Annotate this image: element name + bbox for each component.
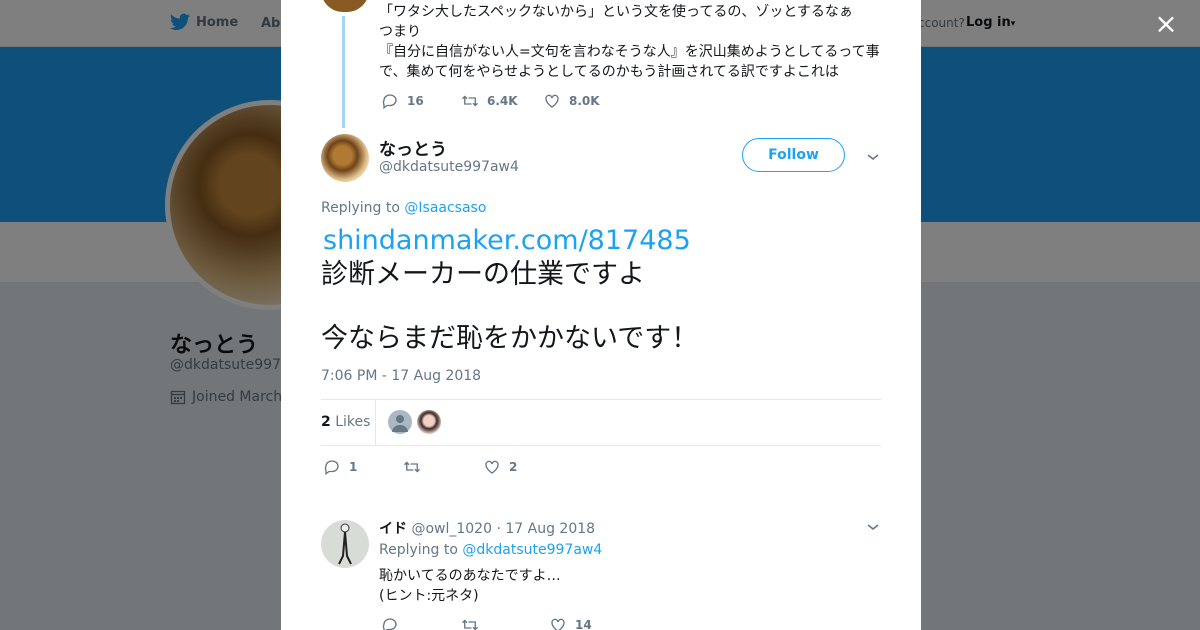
likes-summary: 2 Likes	[321, 399, 881, 446]
previous-tweet-text: 「ワタシ大したスペックないから」という文を使ってるの、ゾッとするなぁ つまり 『…	[379, 2, 889, 82]
tweet-url-link[interactable]: shindanmaker.com/817485	[323, 225, 691, 256]
chevron-down-icon[interactable]	[865, 519, 881, 535]
reply-text: 恥かいてるのあなたですよ… (ヒント:元ネタ)	[379, 566, 561, 606]
likes-divider	[375, 400, 376, 445]
like-count: 14	[575, 618, 592, 630]
tweet-timestamp[interactable]: 7:06 PM - 17 Aug 2018	[321, 368, 481, 384]
liker-avatar[interactable]	[388, 410, 412, 434]
author-avatar[interactable]	[321, 134, 369, 182]
likes-label: Likes	[335, 414, 371, 430]
previous-tweet-actions: 16 6.4K 8.0K	[381, 92, 600, 110]
reply-icon	[382, 618, 397, 630]
reply-button[interactable]	[381, 616, 461, 630]
author-name[interactable]: なっとう	[379, 135, 447, 160]
tweet-text-line: 今ならまだ恥をかかないです！	[321, 323, 699, 354]
previous-tweet-line: 「ワタシ大したスペックないから」という文を使ってるの、ゾッとするなぁ	[379, 4, 853, 20]
avatar-image	[338, 523, 352, 565]
retweet-button[interactable]	[461, 616, 549, 630]
heart-icon	[545, 94, 559, 108]
likes-count[interactable]: 2 Likes	[321, 414, 370, 430]
like-button[interactable]: 14	[549, 616, 592, 630]
previous-tweet-line: で、集めて何をやらせようとしてるのかもう計画されてる訳ですよこれは	[379, 64, 839, 80]
close-icon[interactable]: ×	[1152, 10, 1180, 38]
reply-icon	[324, 460, 339, 476]
retweet-button[interactable]	[403, 458, 483, 476]
heart-icon	[551, 618, 565, 630]
author-handle[interactable]: @dkdatsute997aw4	[379, 159, 519, 175]
retweet-button[interactable]: 6.4K	[461, 92, 543, 110]
heart-icon	[485, 460, 499, 474]
replying-prefix: Replying to	[321, 200, 400, 216]
previous-tweet-line: つまり	[379, 24, 421, 40]
reply-button[interactable]: 1	[323, 458, 403, 476]
liker-avatar[interactable]	[417, 410, 441, 434]
thread-connector	[342, 16, 345, 128]
previous-tweet-line: 『自分に自信がない人=文句を言わなそうな人』を沢山集めようとしてるって事	[379, 44, 880, 60]
chevron-down-icon[interactable]	[865, 149, 881, 165]
reply-replying-to: Replying to @dkdatsute997aw4	[379, 542, 602, 558]
tweet-text-line: 診断メーカーの仕業ですよ	[321, 259, 645, 290]
reply-button[interactable]: 16	[381, 92, 461, 110]
retweet-icon	[462, 619, 478, 630]
main-tweet-actions: 1 2	[323, 458, 517, 476]
default-avatar-icon	[392, 415, 408, 432]
like-button[interactable]: 2	[483, 458, 517, 476]
reply-author-name[interactable]: イド	[379, 521, 407, 537]
reply-count: 16	[407, 94, 424, 108]
retweet-icon	[404, 461, 420, 473]
reply-count: 1	[349, 460, 358, 474]
previous-tweet-avatar[interactable]	[321, 0, 369, 12]
reply-text-line: 恥かいてるのあなたですよ…	[379, 568, 561, 584]
retweet-icon	[462, 95, 478, 107]
like-button[interactable]: 8.0K	[543, 92, 600, 110]
retweet-count: 6.4K	[487, 94, 518, 108]
reply-icon	[382, 94, 397, 110]
likes-number: 2	[321, 414, 331, 430]
reply-date[interactable]: · 17 Aug 2018	[496, 521, 595, 537]
replying-to-link[interactable]: @dkdatsute997aw4	[462, 542, 602, 558]
reply-author-avatar[interactable]	[321, 520, 369, 568]
like-count: 8.0K	[569, 94, 600, 108]
like-count: 2	[509, 460, 518, 474]
reply-tweet-actions: 14	[381, 616, 592, 630]
replying-to: Replying to @Isaacsaso	[321, 200, 486, 216]
follow-button[interactable]: Follow	[742, 138, 845, 172]
reply-text-line: (ヒント:元ネタ)	[379, 588, 479, 604]
replying-to-link[interactable]: @Isaacsaso	[404, 200, 486, 216]
reply-header: イド @owl_1020 · 17 Aug 2018	[379, 518, 595, 538]
tweet-modal: 「ワタシ大したスペックないから」という文を使ってるの、ゾッとするなぁ つまり 『…	[281, 0, 921, 630]
reply-author-handle[interactable]: @owl_1020	[411, 521, 492, 537]
replying-prefix: Replying to	[379, 542, 458, 558]
